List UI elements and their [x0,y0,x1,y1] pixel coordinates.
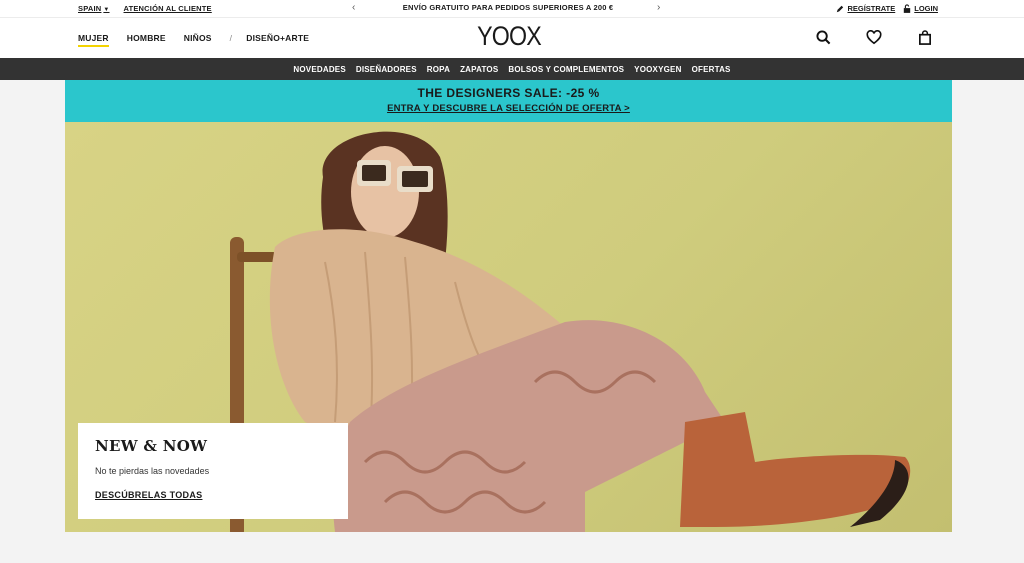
chair-rail [237,252,277,262]
promo-card: NEW & NOW No te pierdas las novedades DE… [78,423,348,519]
utility-bar: SPAIN ▼ ATENCIÓN AL CLIENTE ‹ ENVÍO GRATU… [0,0,1024,18]
utility-left: SPAIN ▼ ATENCIÓN AL CLIENTE [78,4,212,13]
category-zapatos[interactable]: ZAPATOS [460,65,498,74]
sale-banner[interactable]: THE DESIGNERS SALE: -25 % ENTRA Y DESCUB… [65,80,952,122]
category-nav: NOVEDADES DISEÑADORES ROPA ZAPATOS BOLSO… [0,58,1024,80]
register-label: REGÍSTRATE [847,4,896,13]
utility-right: REGÍSTRATE LOGIN [836,4,938,13]
card-title: NEW & NOW [95,437,208,455]
yoox-logo[interactable]: YOOX [475,21,542,52]
nav-item-ninos[interactable]: NIÑOS [184,33,212,43]
login-link[interactable]: LOGIN [903,4,938,13]
main-header: MUJER HOMBRE NIÑOS / DISEÑO+ARTE YOOX [0,18,1024,58]
category-novedades[interactable]: NOVEDADES [293,65,345,74]
promo-message: ENVÍO GRATUITO PARA PEDIDOS SUPERIORES A… [402,3,614,12]
heart-icon [866,29,882,45]
category-disenadores[interactable]: DISEÑADORES [356,65,417,74]
chevron-right-icon[interactable]: › [657,2,660,13]
register-link[interactable]: REGÍSTRATE [836,4,895,13]
category-ropa[interactable]: ROPA [427,65,450,74]
category-bolsos[interactable]: BOLSOS Y COMPLEMENTOS [508,65,624,74]
country-selector[interactable]: SPAIN ▼ [78,4,110,13]
search-button[interactable] [816,30,831,50]
nav-separator: / [229,33,233,43]
sale-title: THE DESIGNERS SALE: -25 % [417,86,600,100]
sunglasses-lens [402,171,428,187]
customer-service-link[interactable]: ATENCIÓN AL CLIENTE [124,4,212,13]
discover-all-link[interactable]: DESCÚBRELAS TODAS [95,490,202,500]
shopping-bag-icon [919,30,931,45]
sunglasses-lens [362,165,386,181]
caret-down-icon: ▼ [103,7,110,13]
cart-button[interactable] [918,30,932,50]
wishlist-button[interactable] [866,29,882,50]
gender-nav: MUJER HOMBRE NIÑOS / DISEÑO+ARTE [78,33,327,47]
pencil-icon [837,5,844,12]
category-yooxygen[interactable]: YOOXYGEN [634,65,681,74]
sale-link[interactable]: ENTRA Y DESCUBRE LA SELECCIÓN DE OFERTA … [65,103,952,114]
lock-icon [904,4,911,13]
country-label: SPAIN [78,4,102,13]
login-label: LOGIN [914,4,938,13]
nav-item-diseno-arte[interactable]: DISEÑO+ARTE [246,33,309,43]
nav-item-hombre[interactable]: HOMBRE [127,33,166,43]
nav-item-mujer[interactable]: MUJER [78,33,109,47]
search-icon [816,30,831,45]
card-subtitle: No te pierdas las novedades [95,466,210,476]
category-ofertas[interactable]: OFERTAS [692,65,731,74]
